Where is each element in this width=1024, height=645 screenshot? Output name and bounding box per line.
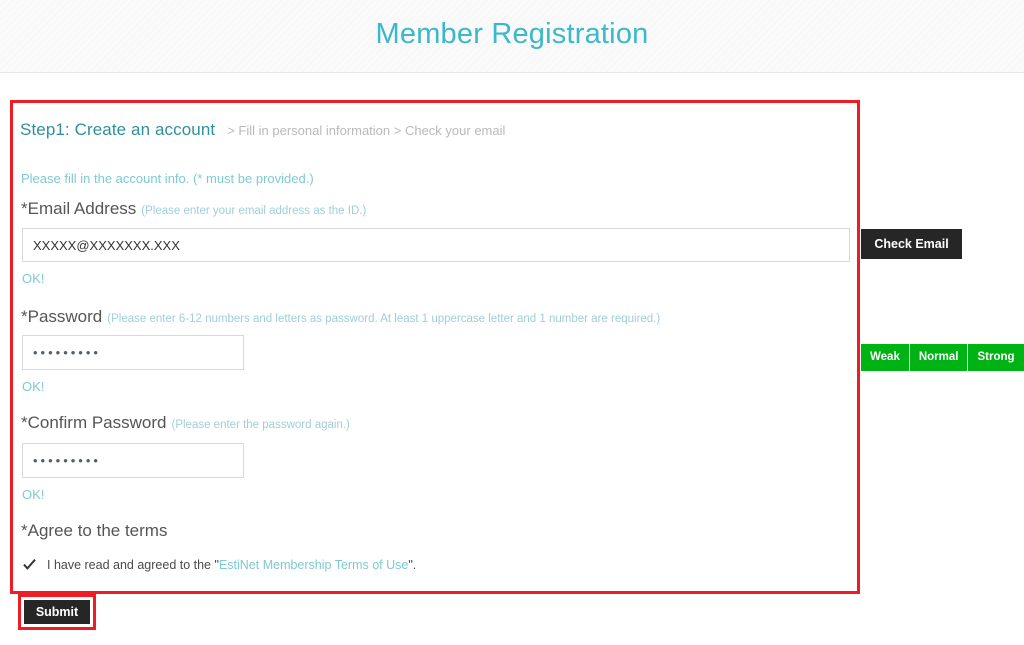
step-current-label: Step1: Create an account — [20, 120, 216, 139]
email-status-message: OK! — [22, 271, 45, 286]
terms-text-after: ". — [408, 557, 417, 572]
password-label-text: *Password — [21, 307, 103, 326]
terms-agreement-row: I have read and agreed to the " EstiNet M… — [22, 557, 416, 572]
form-instruction-note: Please fill in the account info. (* must… — [21, 171, 314, 186]
submit-button[interactable]: Submit — [24, 600, 90, 624]
breadcrumb: Step1: Create an account > Fill in person… — [20, 120, 505, 140]
terms-of-use-link[interactable]: EstiNet Membership Terms of Use — [219, 558, 408, 572]
page-title: Member Registration — [375, 18, 649, 50]
confirm-password-input[interactable] — [22, 443, 244, 478]
password-field-label: *Password (Please enter 6-12 numbers and … — [21, 307, 660, 327]
email-input[interactable] — [22, 228, 850, 262]
password-status-message: OK! — [22, 379, 45, 394]
password-label-hint: (Please enter 6-12 numbers and letters a… — [107, 313, 661, 325]
strength-segment-normal: Normal — [909, 344, 969, 371]
terms-checkbox[interactable] — [22, 557, 37, 572]
confirm-password-label-text: *Confirm Password — [21, 413, 167, 432]
strength-segment-weak: Weak — [861, 344, 910, 371]
check-icon — [23, 558, 36, 570]
confirm-password-status-message: OK! — [22, 487, 45, 502]
confirm-password-field-label: *Confirm Password (Please enter the passw… — [21, 413, 350, 433]
password-input[interactable] — [22, 335, 244, 370]
terms-label-text: *Agree to the terms — [21, 521, 168, 540]
confirm-password-label-hint: (Please enter the password again.) — [171, 419, 350, 431]
strength-segment-strong: Strong — [968, 344, 1024, 371]
email-field-label: *Email Address (Please enter your email a… — [21, 199, 366, 219]
email-label-text: *Email Address — [21, 199, 137, 218]
submit-highlight-box: Submit — [18, 594, 96, 630]
terms-text-before: I have read and agreed to the " — [47, 557, 219, 572]
password-strength-meter: Weak Normal Strong — [861, 344, 1024, 371]
check-email-button[interactable]: Check Email — [861, 229, 962, 259]
terms-field-label: *Agree to the terms — [21, 521, 167, 541]
email-label-hint: (Please enter your email address as the … — [141, 205, 367, 217]
step-remaining-label: > Fill in personal information > Check y… — [227, 123, 506, 138]
